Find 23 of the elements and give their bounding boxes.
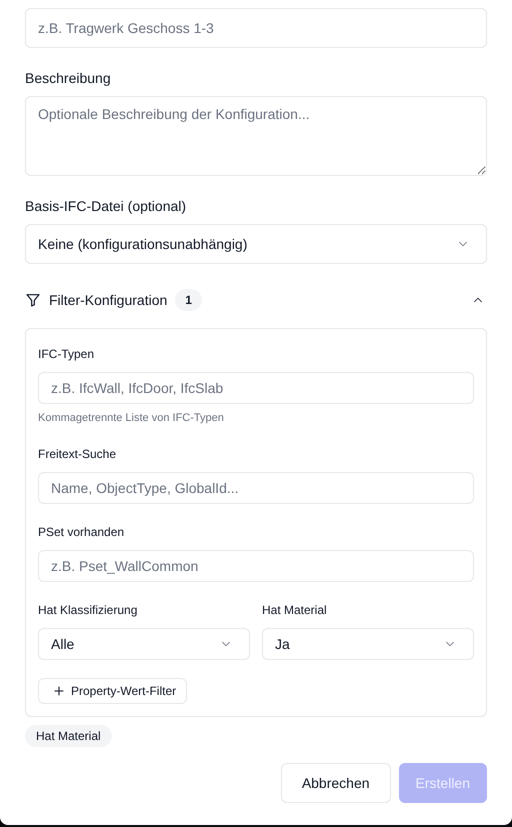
hint-text: Kommagetrennte Liste von IFC-Typen (38, 411, 225, 426)
textarea-field[interactable]: Optionale Beschreibung der Konfiguration... (25, 96, 487, 176)
field-label: Beschreibung (25, 69, 112, 88)
field-label: Hat Material (262, 602, 328, 619)
filter-tag: Hat Material (25, 725, 112, 747)
section-title: Filter-Konfiguration (49, 292, 168, 308)
input-field[interactable]: z.B. Tragwerk Geschoss 1-3 (25, 8, 487, 48)
input-field[interactable]: z.B. IfcWall, IfcDoor, IfcSlab (38, 372, 474, 404)
input-field[interactable]: Name, ObjectType, GlobalId... (38, 472, 474, 504)
field-label: IFC-Typen (38, 346, 96, 363)
filter-icon (25, 292, 41, 308)
select-field[interactable]: Ja (262, 628, 474, 660)
count-badge: 1 (175, 289, 202, 311)
field-label: Hat Klassifizierung (38, 602, 138, 619)
select-field[interactable]: Keine (konfigurationsunabhängig) (25, 224, 487, 264)
field-label: Basis-IFC-Datei (optional) (25, 197, 188, 216)
plus-icon (53, 685, 65, 697)
cancel-button[interactable]: Abbrechen (280, 763, 391, 803)
input-field[interactable]: z.B. Pset_WallCommon (38, 550, 474, 582)
select-field[interactable]: Alle (38, 628, 250, 660)
field-label: PSet vorhanden (38, 524, 126, 541)
field-label: Freitext-Suche (38, 446, 118, 463)
add-filter-button[interactable]: Property-Wert-Filter (38, 678, 188, 704)
